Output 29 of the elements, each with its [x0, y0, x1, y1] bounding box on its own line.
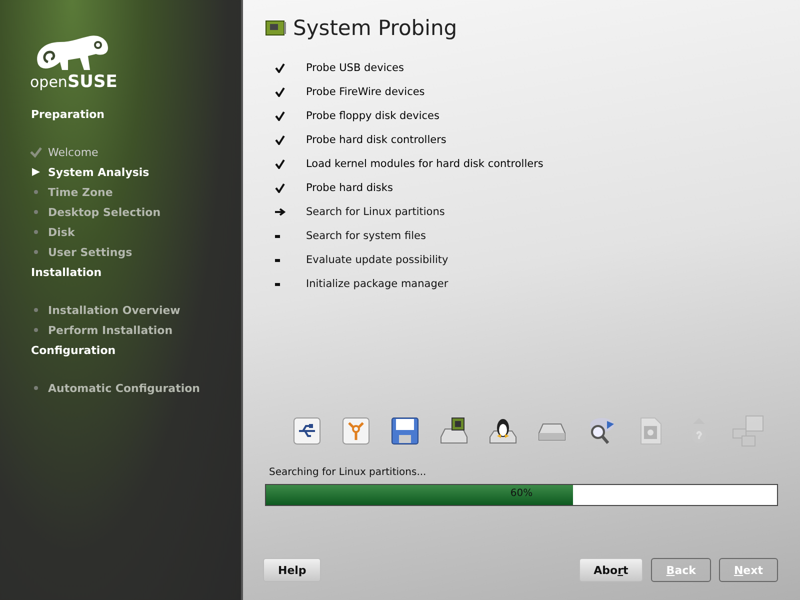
abort-button[interactable]: Abort — [578, 558, 644, 582]
step-text: Probe floppy disk devices — [306, 110, 440, 122]
section-heading: Configuration — [31, 344, 117, 359]
step-text: Initialize package manager — [306, 278, 448, 290]
step-label: Installation Overview — [48, 304, 180, 316]
step-label: Automatic Configuration — [48, 382, 200, 394]
step-text: Probe hard disk controllers — [306, 134, 446, 146]
step-text: Probe hard disks — [306, 182, 393, 194]
logo-wordmark: openSUSE — [30, 74, 118, 90]
progress-message: Searching for Linux partitions... — [269, 467, 428, 478]
step-label: User Settings — [48, 246, 132, 258]
step-label: Perform Installation — [48, 324, 173, 336]
chip-icon — [265, 19, 287, 37]
page-title: System Probing — [293, 16, 458, 40]
step-text: Probe USB devices — [306, 62, 404, 74]
step-label: Welcome — [48, 146, 98, 158]
step-text: Evaluate update possibility — [306, 254, 448, 266]
step-label: Desktop Selection — [48, 206, 161, 218]
step-text: Probe FireWire devices — [306, 86, 425, 98]
step-text: Load kernel modules for hard disk controllers — [306, 158, 544, 170]
step-text: Search for Linux partitions — [306, 206, 445, 218]
step-label: Disk — [48, 226, 75, 238]
section-heading: Preparation — [31, 108, 106, 123]
section-heading: Installation — [31, 266, 103, 281]
help-button[interactable]: Help — [263, 558, 322, 582]
step-label: System Analysis — [48, 166, 150, 178]
progress-percent: 60% — [509, 488, 534, 499]
step-label: Time Zone — [48, 186, 113, 198]
step-text: Search for system files — [306, 230, 426, 242]
